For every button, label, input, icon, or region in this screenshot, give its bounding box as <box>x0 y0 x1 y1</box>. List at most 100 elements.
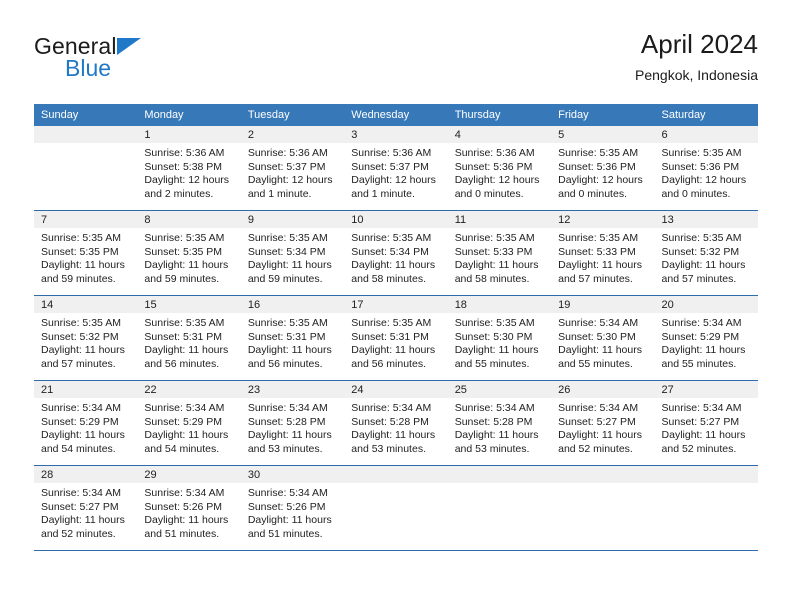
calendar-day-cell[interactable]: 18 Sunrise: 5:35 AM Sunset: 5:30 PM Dayligh… <box>447 295 552 381</box>
calendar-day-cell[interactable]: 6 Sunrise: 5:35 AM Sunset: 5:36 PM Daylight… <box>654 126 758 211</box>
sunset-text: Sunset: 5:36 PM <box>661 160 740 173</box>
day-number: 17 <box>344 296 448 313</box>
weekday-header-row: Sunday Monday Tuesday Wednesday Thursday Frid… <box>34 104 758 126</box>
day-number <box>654 466 758 483</box>
calendar-day-cell[interactable]: 12 Sunrise: 5:35 AM Sunset: 5:33 PM Dayligh… <box>551 210 655 296</box>
calendar-day-cell[interactable]: 4 Sunrise: 5:36 AM Sunset: 5:36 PM Daylight… <box>447 126 552 211</box>
sunset-text: Sunset: 5:38 PM <box>144 160 223 173</box>
sunset-text: Sunset: 5:28 PM <box>351 415 429 428</box>
calendar-day-cell[interactable]: 7 Sunrise: 5:35 AM Sunset: 5:35 PM Daylight… <box>34 210 138 296</box>
day-number: 22 <box>137 381 241 398</box>
calendar-day-cell[interactable]: 5 Sunrise: 5:35 AM Sunset: 5:36 PM Daylight… <box>551 126 655 211</box>
daylight-text-line1: Daylight: 11 hours <box>351 259 436 272</box>
daylight-text-line2: and 0 minutes. <box>661 187 731 200</box>
calendar-cell-empty <box>447 465 552 551</box>
calendar-day-cell[interactable]: 9 Sunrise: 5:35 AM Sunset: 5:34 PM Daylight… <box>240 210 345 296</box>
daylight-text-line1: Daylight: 11 hours <box>247 259 332 272</box>
daylight-text-line1: Daylight: 11 hours <box>351 344 436 357</box>
calendar-week-row: 1 Sunrise: 5:36 AM Sunset: 5:38 PM Daylight… <box>34 126 758 211</box>
calendar-day-cell[interactable]: 24 Sunrise: 5:34 AM Sunset: 5:28 PM Dayligh… <box>344 380 448 466</box>
calendar-day-cell[interactable]: 2 Sunrise: 5:36 AM Sunset: 5:37 PM Daylight… <box>240 126 345 211</box>
calendar-day-cell[interactable]: 15 Sunrise: 5:35 AM Sunset: 5:31 PM Dayligh… <box>137 295 241 381</box>
day-number: 26 <box>551 381 655 398</box>
calendar-day-cell[interactable]: 13 Sunrise: 5:35 AM Sunset: 5:32 PM Dayligh… <box>654 210 758 296</box>
daylight-text-line1: Daylight: 11 hours <box>661 429 746 442</box>
calendar-day-cell[interactable]: 21 Sunrise: 5:34 AM Sunset: 5:29 PM Dayligh… <box>34 380 138 466</box>
sunset-text: Sunset: 5:36 PM <box>454 160 533 173</box>
calendar-day-cell[interactable]: 28 Sunrise: 5:34 AM Sunset: 5:27 PM Dayligh… <box>34 465 138 551</box>
calendar-day-cell[interactable]: 29 Sunrise: 5:34 AM Sunset: 5:26 PM Dayligh… <box>137 465 241 551</box>
day-number: 7 <box>34 211 138 228</box>
day-details: Sunrise: 5:35 AM Sunset: 5:36 PM Daylight:… <box>551 143 654 201</box>
calendar-day-cell[interactable]: 23 Sunrise: 5:34 AM Sunset: 5:28 PM Dayligh… <box>240 380 345 466</box>
sunrise-text: Sunrise: 5:34 AM <box>558 317 639 329</box>
daylight-text-line2: and 56 minutes. <box>247 357 323 370</box>
day-details: Sunrise: 5:35 AM Sunset: 5:31 PM Daylight:… <box>241 313 344 371</box>
daylight-text-line1: Daylight: 11 hours <box>247 514 332 527</box>
weekday-header-thursday: Thursday <box>447 104 552 126</box>
daylight-text-line2: and 53 minutes. <box>454 442 530 455</box>
daylight-text-line1: Daylight: 12 hours <box>351 174 436 187</box>
calendar-table: Sunday Monday Tuesday Wednesday Thursday Frid… <box>34 104 758 551</box>
daylight-text-line1: Daylight: 11 hours <box>454 429 539 442</box>
calendar-day-cell[interactable]: 30 Sunrise: 5:34 AM Sunset: 5:26 PM Dayligh… <box>240 465 345 551</box>
daylight-text-line1: Daylight: 11 hours <box>558 344 642 357</box>
daylight-text-line1: Daylight: 12 hours <box>661 174 747 187</box>
sunset-text: Sunset: 5:26 PM <box>144 500 223 513</box>
calendar-day-cell[interactable]: 17 Sunrise: 5:35 AM Sunset: 5:31 PM Dayligh… <box>344 295 448 381</box>
day-number: 9 <box>240 211 345 228</box>
sunrise-text: Sunrise: 5:35 AM <box>351 232 432 244</box>
daylight-text-line2: and 0 minutes. <box>558 187 627 200</box>
calendar-day-cell[interactable]: 11 Sunrise: 5:35 AM Sunset: 5:33 PM Dayligh… <box>447 210 552 296</box>
day-details: Sunrise: 5:34 AM Sunset: 5:28 PM Daylight:… <box>241 398 344 456</box>
triangle-icon <box>116 38 141 55</box>
calendar-day-cell[interactable]: 8 Sunrise: 5:35 AM Sunset: 5:35 PM Daylight… <box>137 210 241 296</box>
day-number: 25 <box>447 381 552 398</box>
calendar-day-cell[interactable]: 25 Sunrise: 5:34 AM Sunset: 5:28 PM Dayligh… <box>447 380 552 466</box>
calendar-day-cell[interactable]: 1 Sunrise: 5:36 AM Sunset: 5:38 PM Daylight… <box>137 126 241 211</box>
calendar-day-cell[interactable]: 3 Sunrise: 5:36 AM Sunset: 5:37 PM Daylight… <box>344 126 448 211</box>
day-number: 23 <box>240 381 345 398</box>
calendar-day-cell[interactable]: 14 Sunrise: 5:35 AM Sunset: 5:32 PM Dayligh… <box>34 295 138 381</box>
day-number: 24 <box>344 381 448 398</box>
sunset-text: Sunset: 5:29 PM <box>41 415 119 428</box>
daylight-text-line2: and 56 minutes. <box>351 357 426 370</box>
day-number: 4 <box>447 126 552 143</box>
calendar-day-cell[interactable]: 26 Sunrise: 5:34 AM Sunset: 5:27 PM Dayligh… <box>551 380 655 466</box>
day-number <box>34 126 138 143</box>
calendar-week-row: 14 Sunrise: 5:35 AM Sunset: 5:32 PM Dayligh… <box>34 295 758 381</box>
day-details: Sunrise: 5:34 AM Sunset: 5:27 PM Daylight:… <box>34 483 137 541</box>
day-details: Sunrise: 5:34 AM Sunset: 5:27 PM Daylight:… <box>655 398 758 456</box>
calendar-day-cell[interactable]: 10 Sunrise: 5:35 AM Sunset: 5:34 PM Dayligh… <box>344 210 448 296</box>
daylight-text-line2: and 57 minutes. <box>558 272 633 285</box>
sunrise-text: Sunrise: 5:34 AM <box>41 402 121 414</box>
sunrise-text: Sunrise: 5:34 AM <box>558 402 639 414</box>
daylight-text-line1: Daylight: 11 hours <box>351 429 436 442</box>
calendar-day-cell[interactable]: 20 Sunrise: 5:34 AM Sunset: 5:29 PM Dayligh… <box>654 295 758 381</box>
calendar-day-cell[interactable]: 16 Sunrise: 5:35 AM Sunset: 5:31 PM Dayligh… <box>240 295 345 381</box>
daylight-text-line2: and 52 minutes. <box>558 442 633 455</box>
daylight-text-line1: Daylight: 11 hours <box>144 259 229 272</box>
sunrise-text: Sunrise: 5:34 AM <box>454 402 535 414</box>
day-number: 10 <box>344 211 448 228</box>
sunset-text: Sunset: 5:35 PM <box>144 245 223 258</box>
day-number: 2 <box>240 126 345 143</box>
day-details: Sunrise: 5:34 AM Sunset: 5:29 PM Daylight:… <box>137 398 240 456</box>
calendar-day-cell[interactable]: 22 Sunrise: 5:34 AM Sunset: 5:29 PM Dayligh… <box>137 380 241 466</box>
daylight-text-line2: and 55 minutes. <box>454 357 530 370</box>
sunrise-text: Sunrise: 5:36 AM <box>351 147 432 159</box>
daylight-text-line1: Daylight: 11 hours <box>454 344 539 357</box>
daylight-text-line2: and 54 minutes. <box>144 442 220 455</box>
daylight-text-line2: and 1 minute. <box>247 187 312 200</box>
sunrise-text: Sunrise: 5:35 AM <box>247 317 328 329</box>
calendar-day-cell[interactable]: 19 Sunrise: 5:34 AM Sunset: 5:30 PM Dayligh… <box>551 295 655 381</box>
sunset-text: Sunset: 5:29 PM <box>661 330 740 343</box>
calendar-day-cell[interactable]: 27 Sunrise: 5:34 AM Sunset: 5:27 PM Dayligh… <box>654 380 758 466</box>
daylight-text-line2: and 57 minutes. <box>661 272 737 285</box>
day-details: Sunrise: 5:34 AM Sunset: 5:29 PM Daylight:… <box>655 313 758 371</box>
daylight-text-line1: Daylight: 11 hours <box>661 259 746 272</box>
daylight-text-line2: and 54 minutes. <box>41 442 116 455</box>
sunset-text: Sunset: 5:35 PM <box>41 245 119 258</box>
sunrise-text: Sunrise: 5:34 AM <box>144 487 225 499</box>
day-number: 29 <box>137 466 241 483</box>
